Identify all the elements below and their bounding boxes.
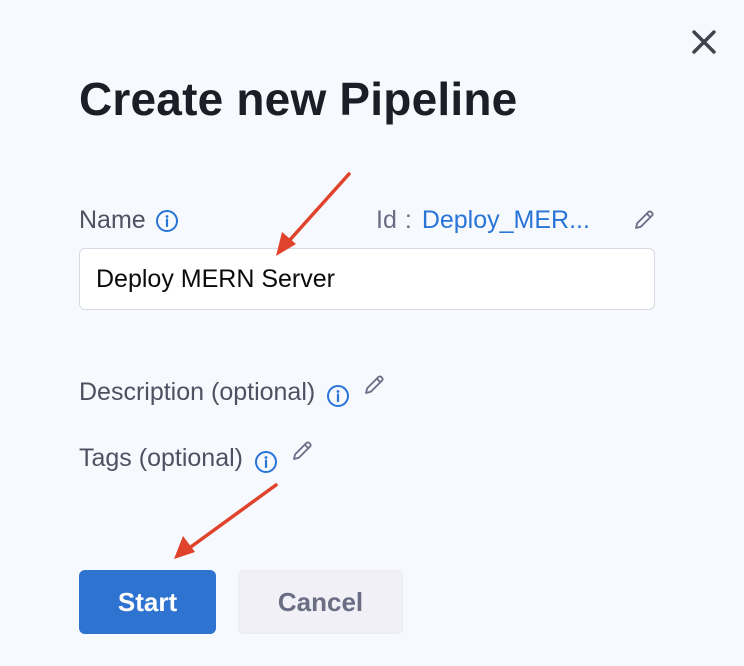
start-button[interactable]: Start [79, 570, 216, 634]
pencil-icon [631, 207, 657, 238]
pipeline-name-input[interactable] [79, 248, 655, 310]
id-separator: : [404, 206, 412, 234]
cancel-button[interactable]: Cancel [238, 570, 403, 634]
name-label: Name [79, 206, 146, 234]
description-row: Description (optional) [79, 375, 387, 409]
description-label: Description (optional) [79, 377, 316, 406]
create-pipeline-dialog: Create new Pipeline Name Id : Deploy_MER… [0, 0, 744, 666]
pencil-icon[interactable] [361, 372, 387, 398]
tags-label: Tags (optional) [79, 443, 243, 472]
annotation-arrow-name [276, 172, 351, 256]
id-value: Deploy_MER... [421, 206, 590, 234]
name-label-row: Name [79, 206, 180, 235]
edit-id-button[interactable] [630, 208, 658, 236]
info-icon[interactable] [154, 208, 180, 234]
annotation-arrow-start [174, 483, 278, 559]
pencil-icon[interactable] [289, 438, 315, 464]
id-label: Id [376, 206, 397, 234]
info-icon[interactable] [253, 449, 279, 475]
dialog-title: Create new Pipeline [79, 73, 518, 125]
close-button[interactable] [684, 24, 724, 64]
info-icon[interactable] [325, 383, 351, 409]
close-icon [690, 28, 718, 61]
identifier-row: Id : Deploy_MER... [376, 206, 590, 235]
tags-row: Tags (optional) [79, 441, 315, 475]
